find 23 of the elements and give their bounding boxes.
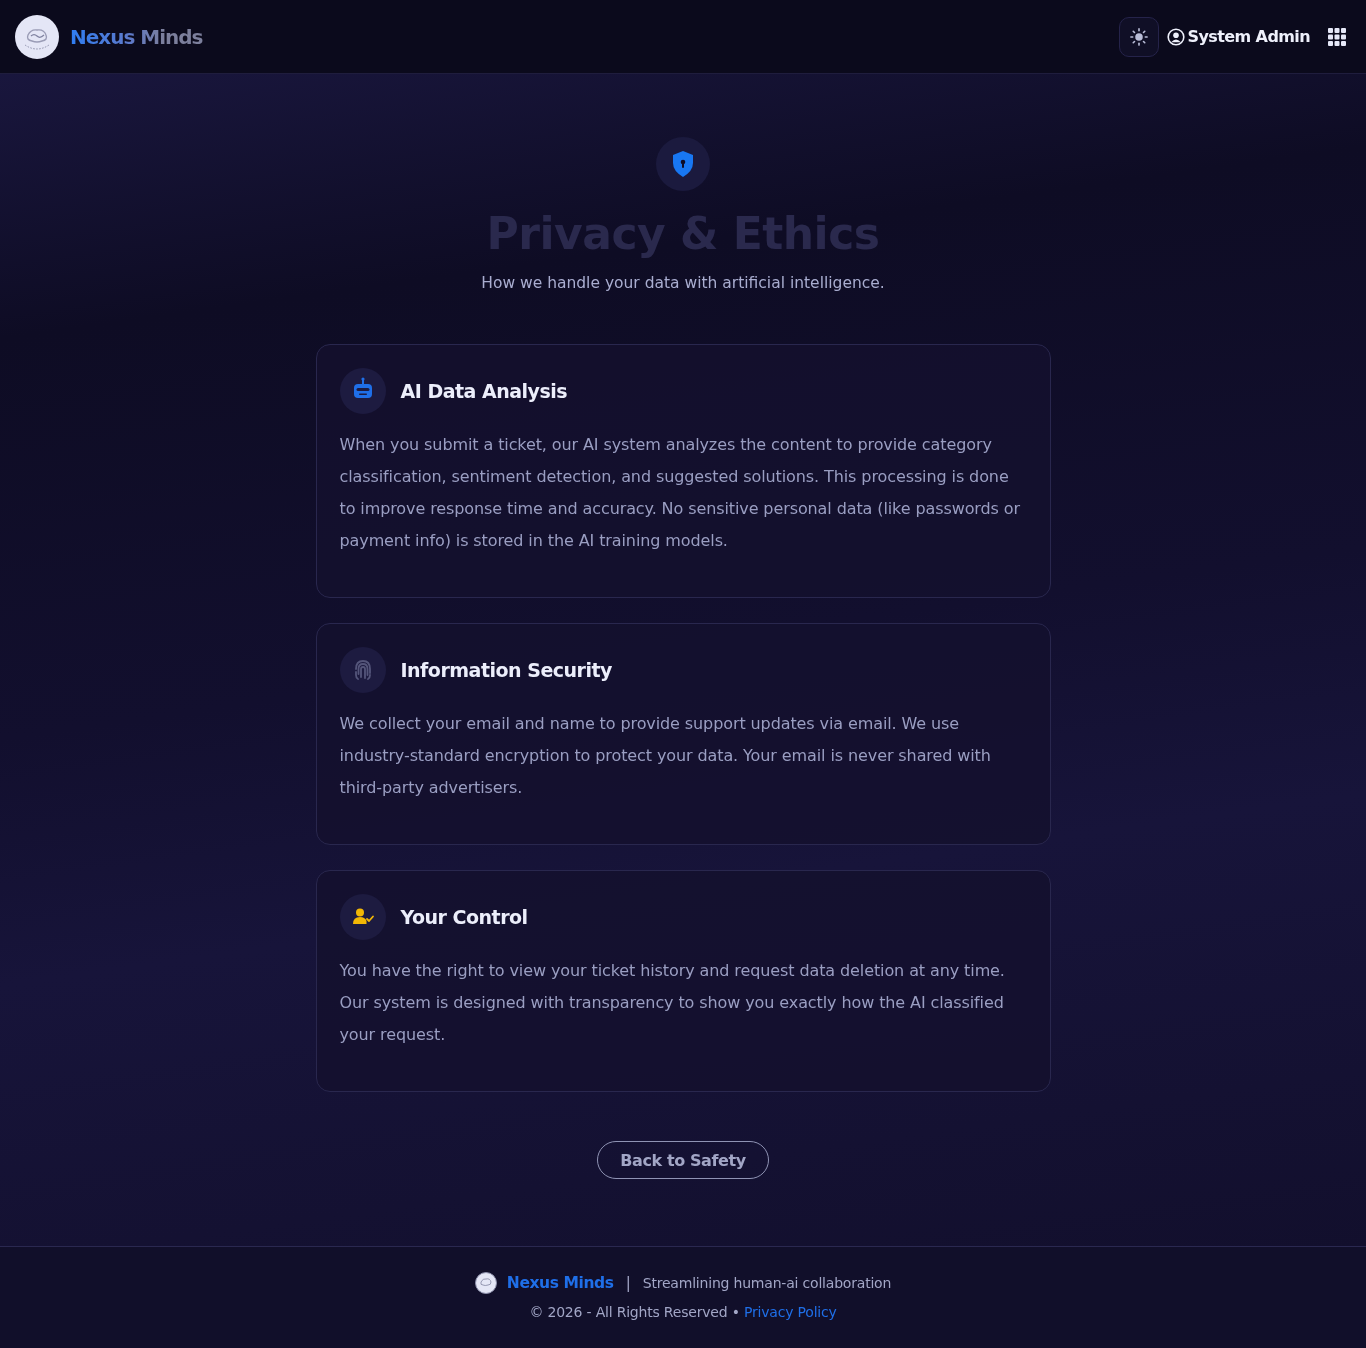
footer-brand-name: Nexus Minds	[506, 1274, 614, 1292]
separator-text: |	[625, 1274, 631, 1292]
privacy-policy-link[interactable]: Privacy Policy	[744, 1304, 837, 1320]
copyright-text: © 2026 - All Rights Reserved • Privacy Policy	[529, 1303, 837, 1322]
section-text: You have the right to view your ticket history and request data deletion at any time. Our system is designed with transparency to show you exactly how the AI classified your request.	[339, 960, 1006, 1046]
logo-icon[interactable]	[474, 1272, 497, 1294]
grid-menu-icon[interactable]	[1328, 27, 1346, 46]
tagline-text: Streamlining human-ai collaboration	[642, 1275, 892, 1291]
user-menu-button[interactable]: System Admin	[1166, 27, 1310, 46]
section-title: Your Control	[400, 906, 528, 928]
page-subtitle: How we handle your data with artificial intelligence.	[481, 273, 885, 294]
section-text: When you submit a ticket, our AI system analyzes the content to provide category classification, sentiment detection, and suggested solutions. This processing is done to improve response time and accuracy. No sensitive personal data (like passwords or payment info) is stored in the AI training models.	[339, 434, 1021, 552]
robot-icon	[339, 368, 386, 414]
shield-icon	[656, 137, 710, 191]
section-title: Information Security	[400, 659, 612, 681]
section-title: AI Data Analysis	[400, 380, 568, 402]
user-circle-icon	[1166, 27, 1185, 46]
logo-icon[interactable]	[15, 14, 59, 59]
user-check-icon	[339, 894, 386, 940]
section-text: We collect your email and name to provide support updates via email. We use industry-standard encryption to protect your data. Your email is never shared with third-party advertisers.	[339, 713, 992, 799]
sun-icon	[1129, 27, 1148, 46]
fingerprint-icon	[339, 647, 386, 693]
theme-toggle-button[interactable]	[1118, 16, 1159, 57]
